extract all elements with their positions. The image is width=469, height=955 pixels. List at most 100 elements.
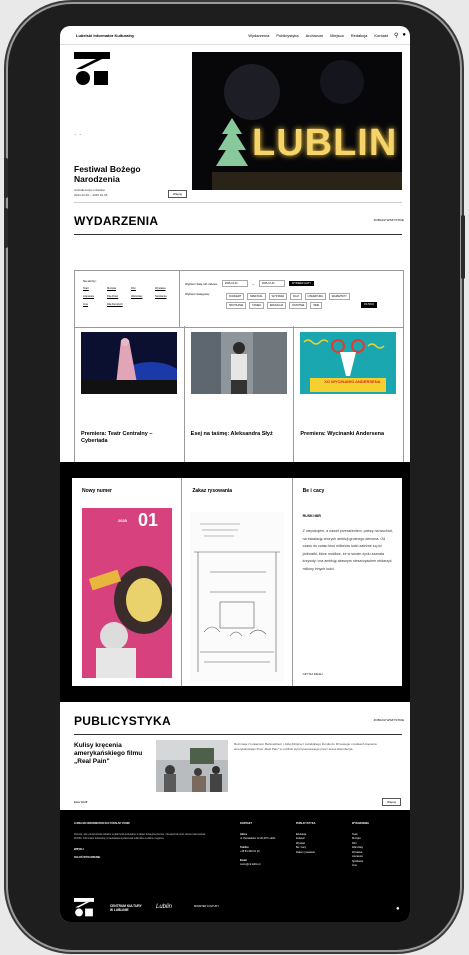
nav-link-publicystyka[interactable]: Publicystyka xyxy=(276,33,298,38)
nav-links: Wydarzenia Publicystyka Archiwum Miejsca… xyxy=(248,33,388,38)
column-article-title[interactable]: RUSKI MIR xyxy=(303,514,321,518)
filter-area[interactable]: Wystawa xyxy=(155,285,179,293)
nav-link-wydarzenia[interactable]: Wydarzenia xyxy=(248,33,269,38)
category-chip[interactable]: WARSZTATY xyxy=(328,293,350,300)
footer-email[interactable]: zoom@ck.lublin.pl xyxy=(240,863,290,868)
category-chip[interactable]: FILM xyxy=(290,293,302,300)
filter-area[interactable]: Inne xyxy=(83,301,107,309)
hero-image[interactable]: LUBLIN xyxy=(192,52,402,190)
issue-cover[interactable] xyxy=(82,508,172,678)
article-author: Ewa Wolff xyxy=(74,800,88,804)
divider xyxy=(74,234,402,235)
column-label: Be i cacy xyxy=(302,488,325,494)
event-title[interactable]: Premiera: Wycinanki Andersena xyxy=(300,431,392,438)
partner-logo-ministry[interactable]: MINISTER KULTURY xyxy=(194,905,224,909)
events-see-all-link[interactable]: ZOBACZ WSZYSTKIE xyxy=(374,218,404,222)
choose-dates-button[interactable]: WYBIERZ DATY xyxy=(288,281,315,286)
footer-wydarzenia-title: WYDARZENIA xyxy=(352,822,369,825)
footer-wydarzenia: WYDARZENIA Teatr Muzyka Film Warsztaty W… xyxy=(352,822,402,869)
article-more-button[interactable]: Więcej xyxy=(382,798,402,806)
nav-link-miejsca[interactable]: Miejsca xyxy=(330,33,344,38)
filter-area[interactable]: Teatr xyxy=(83,285,107,293)
search-icon[interactable]: ⚲ xyxy=(394,32,398,39)
new-issue-label: Nowy numer xyxy=(82,488,113,494)
event-image[interactable] xyxy=(81,332,177,394)
footer-submit-event-link[interactable]: ZGŁOŚ WYDARZENIE xyxy=(74,856,214,861)
filter-area[interactable]: Film xyxy=(131,285,155,293)
footer: LUBELSKI INFORMATOR KULTURALNY ZOOM Pewn… xyxy=(60,810,410,922)
footer-link[interactable]: Inne xyxy=(352,864,402,869)
nav-link-redakcja[interactable]: Redakcja xyxy=(351,33,368,38)
filter-button[interactable]: FILTRUJ xyxy=(361,302,378,308)
feature-section: Nowy numer 01 2025 Zakaz rysowania Be i … xyxy=(60,462,410,702)
drawing-label: Zakaz rysowania xyxy=(192,488,233,494)
footer-phone[interactable]: +48 81 466 61 10 xyxy=(240,850,290,855)
top-nav: Lubelski Informator Kulturalny Wydarzeni… xyxy=(60,26,410,45)
site-title[interactable]: Lubelski Informator Kulturalny xyxy=(76,33,134,38)
volume-button xyxy=(4,158,8,198)
event-poster[interactable] xyxy=(300,332,397,394)
volume-button xyxy=(4,208,8,248)
footer-about-text: Pewnie, aby prezentować lokalne wydarzen… xyxy=(74,832,206,841)
hero-title[interactable]: Festiwal Bożego Narodzenia xyxy=(74,164,164,184)
feature-columns: Nowy numer 01 2025 Zakaz rysowania Be i … xyxy=(72,478,402,686)
filter-area[interactable]: Spotkania xyxy=(155,293,179,301)
footer-facebook-icon[interactable]: ● xyxy=(396,906,400,912)
date-to-input[interactable]: 2025-01-31 xyxy=(258,280,285,287)
read-more-link[interactable]: CZYTAJ DALEJ xyxy=(303,672,323,676)
issue-number-badge: 01 xyxy=(138,510,159,530)
footer-about-title: LUBELSKI INFORMATOR KULTURALNY ZOOM xyxy=(74,822,130,825)
publicystyka-section: PUBLICYSTYKA ZOBACZ WSZYSTKIE Kulisy krę… xyxy=(60,702,410,812)
category-chip[interactable]: SPEKTAKL xyxy=(247,293,266,300)
drawing-column[interactable]: Zakaz rysowania xyxy=(182,478,293,686)
filter-area[interactable]: Dla dzieci xyxy=(107,293,131,301)
filter-area[interactable]: Muzyka xyxy=(107,285,131,293)
publicystyka-header: PUBLICYSTYKA ZOBACZ WSZYSTKIE xyxy=(74,714,404,735)
publicystyka-heading: PUBLICYSTYKA xyxy=(74,714,171,728)
filter-date-category: Wybierz datę lub zakres: 2025-01-01 — 20… xyxy=(181,271,403,327)
events-filter: Na skróty: Teatr Muzyka Film Wystawa Lit… xyxy=(74,270,404,328)
category-chip[interactable]: INNE xyxy=(310,302,323,309)
nav-link-kontakt[interactable]: Kontakt xyxy=(374,33,388,38)
sketch-illustration[interactable] xyxy=(190,512,285,682)
hero-image-lights-text: LUBLIN xyxy=(252,122,398,164)
date-from-input[interactable]: 2025-01-01 xyxy=(221,280,248,287)
publicystyka-see-all-link[interactable]: ZOBACZ WSZYSTKIE xyxy=(374,718,404,722)
filter-area[interactable]: Warsztaty xyxy=(131,293,155,301)
event-title[interactable]: Esej na taśmę: Aleksandra Słyż xyxy=(191,431,283,438)
divider xyxy=(74,734,402,735)
facebook-icon[interactable]: ● xyxy=(402,32,406,38)
event-image[interactable] xyxy=(190,332,287,394)
column-be-i-cacy[interactable]: Be i cacy RUSKI MIR Z niepokojem, a nawe… xyxy=(293,478,402,686)
screen: Lubelski Informator Kulturalny Wydarzeni… xyxy=(60,26,410,922)
zoom-logo[interactable] xyxy=(74,52,110,88)
nav-link-archiwum[interactable]: Archiwum xyxy=(306,33,324,38)
footer-more-link[interactable]: WIĘCEJ xyxy=(74,848,214,853)
footer-contact-title: KONTAKT xyxy=(240,822,253,825)
slider-arrows[interactable]: ← → xyxy=(74,132,82,136)
hero: ← → Festiwal Bożego Narodzenia Archidiec… xyxy=(60,46,410,206)
footer-zoom-logo[interactable] xyxy=(74,898,94,918)
footer-link[interactable]: Zakaz rysowania xyxy=(296,851,346,856)
category-chip[interactable]: LITERATURA xyxy=(304,293,326,300)
partner-logo-centrum-kultury[interactable]: CENTRUM KULTURY W LUBLINIE xyxy=(110,904,144,912)
filter-area[interactable]: Literatura xyxy=(83,293,107,301)
category-chip[interactable]: SPOTKANIE xyxy=(226,302,247,309)
footer-about: LUBELSKI INFORMATOR KULTURALNY ZOOM Pewn… xyxy=(74,822,214,861)
category-chip[interactable]: KONCERT xyxy=(226,293,245,300)
event-title[interactable]: Premiera: Teatr Centralny – Cyberiada xyxy=(81,431,173,445)
events-heading: WYDARZENIA xyxy=(74,214,159,228)
category-chip[interactable]: TANIEC xyxy=(249,302,265,309)
category-chip[interactable]: WYSTAWA xyxy=(268,293,288,300)
footer-publicystyka: PUBLICYSTYKA Edukacja Felieton Wywiad Be… xyxy=(296,822,346,855)
category-chip[interactable]: EDUKACJA xyxy=(266,302,287,309)
article-title[interactable]: Kulisy kręcenia amerykańskiego filmu „Re… xyxy=(74,742,154,766)
partner-logo-lublin[interactable]: Lublin xyxy=(156,904,172,910)
filter-area[interactable]: Dla dorosłych xyxy=(107,301,131,309)
new-issue-column[interactable]: Nowy numer 01 2025 xyxy=(72,478,183,686)
hero-more-button[interactable]: Więcej xyxy=(168,190,188,198)
article-image[interactable] xyxy=(156,740,228,792)
article-lead: Rozmowa z Łukaszem Berkowitzem i Julią Z… xyxy=(234,742,377,751)
category-chip[interactable]: OSTATNIE xyxy=(289,302,308,309)
events-header: WYDARZENIA ZOBACZ WSZYSTKIE xyxy=(74,214,404,235)
